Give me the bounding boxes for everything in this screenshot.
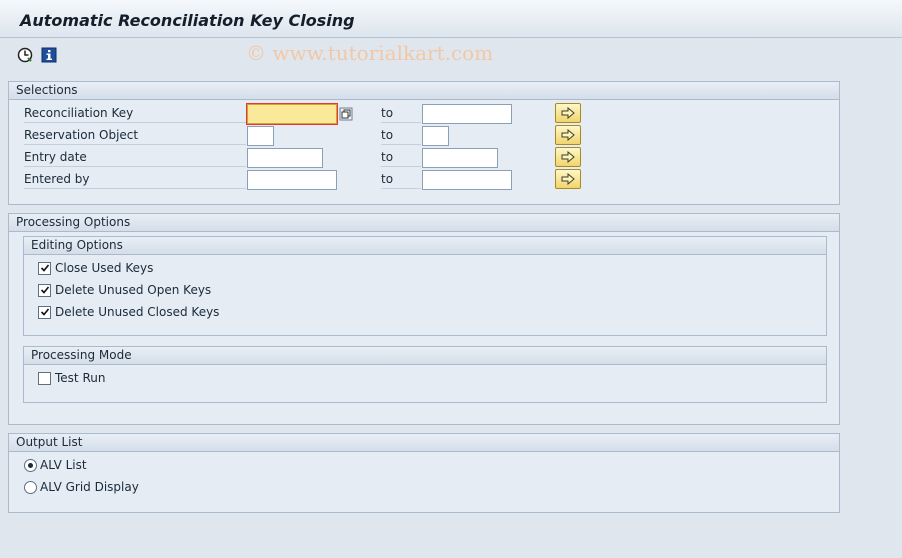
alv-list-radio[interactable]: ALV List [24, 456, 87, 474]
delete-unused-open-keys-label: Delete Unused Open Keys [55, 283, 212, 297]
checkbox-box[interactable] [38, 261, 51, 275]
processing-mode-header: Processing Mode [24, 347, 826, 365]
execute-button[interactable] [16, 46, 34, 64]
multiple-selection-button[interactable] [338, 106, 354, 122]
reconciliation-key-from-field[interactable] [246, 103, 338, 125]
entry-date-label: Entry date [24, 148, 246, 167]
radio-button[interactable] [24, 458, 37, 472]
test-run-label: Test Run [55, 371, 106, 385]
test-run-checkbox[interactable]: Test Run [38, 369, 105, 387]
radio-button[interactable] [24, 480, 37, 494]
selections-group: Selections Reconciliation Key to Reserva… [8, 81, 840, 205]
checkmark-icon [40, 264, 49, 272]
reservation-object-to-field[interactable] [422, 126, 449, 146]
entered-by-label: Entered by [24, 170, 246, 189]
close-used-keys-label: Close Used Keys [55, 261, 154, 275]
checkmark-icon [40, 308, 49, 316]
processing-options-group: Processing Options Editing Options Close… [8, 213, 840, 425]
radio-selected-dot [28, 462, 33, 468]
checkbox-box[interactable] [38, 305, 51, 319]
alv-list-label: ALV List [40, 458, 87, 472]
entry-date-from-field[interactable] [247, 148, 323, 168]
processing-mode-group: Processing Mode Test Run [23, 346, 827, 403]
to-label: to [381, 126, 421, 145]
multiple-selection-icon [339, 107, 353, 121]
reconciliation-key-to-field[interactable] [422, 104, 512, 124]
arrow-right-icon [561, 173, 575, 185]
to-label: to [381, 148, 421, 167]
alv-grid-display-label: ALV Grid Display [40, 480, 139, 494]
to-label: to [381, 104, 421, 123]
delete-unused-closed-keys-checkbox[interactable]: Delete Unused Closed Keys [38, 303, 219, 321]
checkbox-box[interactable] [38, 283, 51, 297]
entered-by-to-field[interactable] [422, 170, 512, 190]
info-icon [41, 47, 57, 63]
alv-grid-display-radio[interactable]: ALV Grid Display [24, 478, 139, 496]
reconciliation-key-label: Reconciliation Key [24, 104, 246, 123]
checkmark-icon [40, 286, 49, 294]
page-title: Automatic Reconciliation Key Closing [20, 11, 355, 30]
entry-date-multiple-button[interactable] [555, 147, 581, 167]
reservation-object-from-field[interactable] [247, 126, 274, 146]
editing-options-group: Editing Options Close Used Keys Delete U… [23, 236, 827, 336]
delete-unused-closed-keys-label: Delete Unused Closed Keys [55, 305, 220, 319]
watermark: © www.tutorialkart.com [246, 41, 494, 65]
entered-by-multiple-button[interactable] [555, 169, 581, 189]
to-label: to [381, 170, 421, 189]
output-list-header: Output List [9, 434, 839, 452]
title-bar: Automatic Reconciliation Key Closing [0, 0, 902, 38]
entry-date-to-field[interactable] [422, 148, 498, 168]
arrow-right-icon [561, 151, 575, 163]
processing-options-header: Processing Options [9, 214, 839, 232]
editing-options-header: Editing Options [24, 237, 826, 255]
entered-by-from-field[interactable] [247, 170, 337, 190]
info-button[interactable] [40, 46, 58, 64]
arrow-right-icon [561, 107, 575, 119]
selections-header: Selections [9, 82, 839, 100]
reservation-object-multiple-button[interactable] [555, 125, 581, 145]
reconciliation-key-multiple-button[interactable] [555, 103, 581, 123]
output-list-group: Output List ALV List ALV Grid Display [8, 433, 840, 513]
checkbox-box[interactable] [38, 371, 51, 385]
arrow-right-icon [561, 129, 575, 141]
reservation-object-label: Reservation Object [24, 126, 246, 145]
close-used-keys-checkbox[interactable]: Close Used Keys [38, 259, 153, 277]
delete-unused-open-keys-checkbox[interactable]: Delete Unused Open Keys [38, 281, 211, 299]
execute-clock-icon [17, 47, 33, 63]
